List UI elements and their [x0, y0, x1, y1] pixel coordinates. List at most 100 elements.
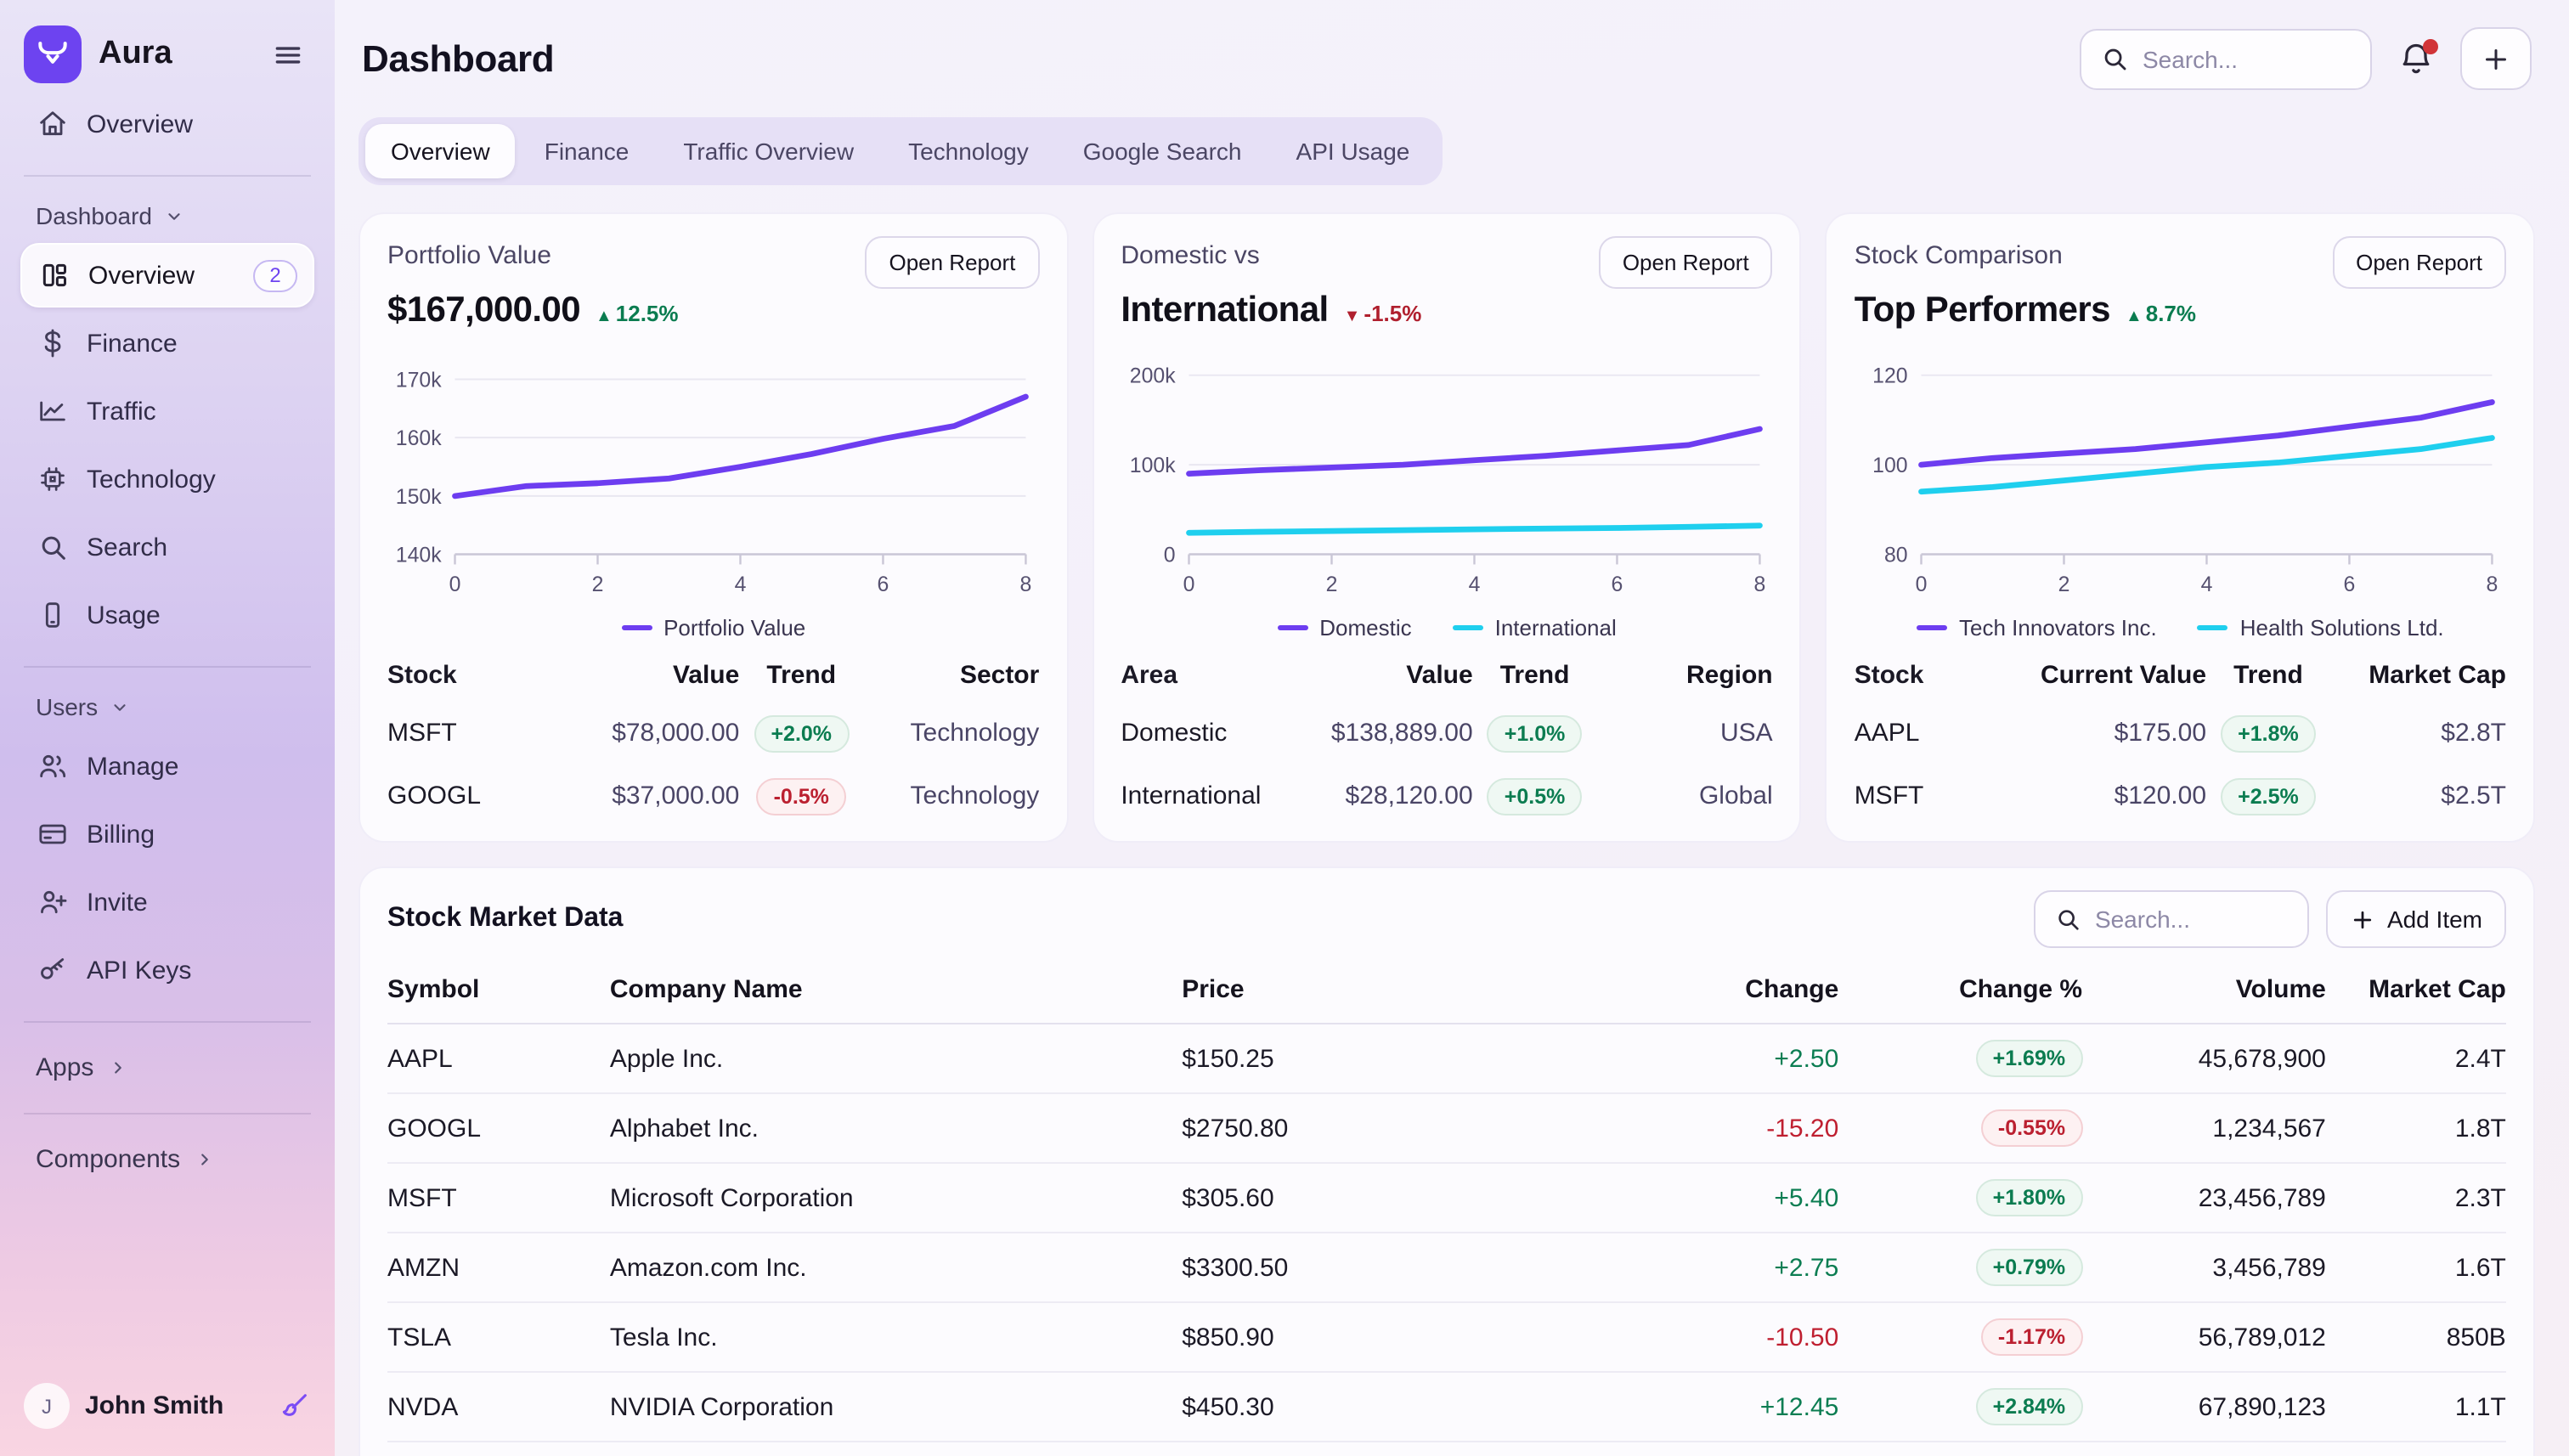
tab-finance[interactable]: Finance: [519, 124, 655, 178]
tab-api-usage[interactable]: API Usage: [1271, 124, 1436, 178]
user-row[interactable]: J John Smith: [20, 1376, 314, 1436]
trend-pill: +0.5%: [1488, 777, 1583, 815]
change-pct-pill: -0.55%: [1981, 1109, 2082, 1147]
sidebar-link-components[interactable]: Components: [20, 1132, 314, 1188]
avatar: J: [24, 1383, 70, 1429]
cell-volume: 23,456,789: [2082, 1183, 2326, 1212]
sidebar-item-usage[interactable]: Usage: [20, 583, 314, 647]
cell-change: +2.75: [1584, 1253, 1838, 1282]
tab-overview[interactable]: Overview: [365, 124, 516, 178]
cell-extra: $2.5T: [2330, 782, 2506, 810]
hamburger-menu-icon[interactable]: [265, 31, 311, 77]
topbar-controls: [2080, 27, 2532, 90]
table-row: GOOGL$37,000.00-0.5%Technology: [387, 765, 1039, 827]
stock-market-table: SymbolCompany NamePriceChangeChange %Vol…: [387, 962, 2506, 1456]
key-icon: [36, 953, 70, 987]
cell-volume: 67,890,123: [2082, 1392, 2326, 1421]
open-report-button[interactable]: Open Report: [2332, 236, 2506, 289]
stat-card-1: Domestic vsOpen ReportInternational▼-1.5…: [1092, 212, 1801, 843]
cell-extra: $2.8T: [2330, 719, 2506, 748]
column-header: Area: [1121, 660, 1270, 689]
svg-text:0: 0: [1916, 573, 1928, 596]
delta-badge: ▲8.7%: [2126, 301, 2196, 326]
sidebar-item-search[interactable]: Search: [20, 515, 314, 579]
sidebar-item-overview-top[interactable]: Overview: [20, 92, 314, 156]
column-header: Trend: [2206, 660, 2330, 689]
add-button[interactable]: [2460, 27, 2532, 90]
column-header: Stock: [387, 660, 537, 689]
sidebar-item-label: Billing: [87, 820, 155, 849]
table-row: TSLATesla Inc.$850.90-10.50-1.17%56,789,…: [387, 1303, 2506, 1373]
sidebar-item-api-keys[interactable]: API Keys: [20, 938, 314, 1002]
cell-volume: 3,456,789: [2082, 1253, 2326, 1282]
line-chart: 1201008002468: [1855, 345, 2506, 612]
sidebar-item-manage[interactable]: Manage: [20, 734, 314, 799]
line-chart: 200k100k002468: [1121, 345, 1772, 612]
sidebar-item-technology[interactable]: Technology: [20, 447, 314, 511]
sidebar-item-billing[interactable]: Billing: [20, 802, 314, 866]
cell-trend: +0.5%: [1473, 777, 1597, 815]
tab-traffic-overview[interactable]: Traffic Overview: [658, 124, 879, 178]
cell-extra: Global: [1597, 782, 1773, 810]
notifications-bell-icon[interactable]: [2397, 40, 2435, 77]
legend-label: Portfolio Value: [663, 615, 805, 641]
chevron-right-icon: [195, 1150, 214, 1169]
divider: [24, 175, 311, 177]
svg-text:4: 4: [2201, 573, 2213, 596]
legend-item: Domestic: [1277, 615, 1411, 641]
link-label: Components: [36, 1145, 180, 1174]
sidebar-item-overview[interactable]: Overview 2: [20, 243, 314, 308]
tab-google-search[interactable]: Google Search: [1058, 124, 1268, 178]
table-row: GOOGLAlphabet Inc.$2750.80-15.20-0.55%1,…: [387, 1094, 2506, 1164]
trend-pill: -0.5%: [757, 777, 846, 815]
sidebar-item-label: Finance: [87, 329, 178, 358]
cell-symbol: MSFT: [387, 1183, 610, 1212]
bull-icon: [34, 36, 71, 73]
panel-actions: Add Item: [2034, 890, 2506, 948]
svg-text:2: 2: [2058, 573, 2070, 596]
tab-technology[interactable]: Technology: [883, 124, 1054, 178]
section-dashboard[interactable]: Dashboard: [20, 194, 314, 241]
cell-symbol: NVDA: [387, 1392, 610, 1421]
add-item-button[interactable]: Add Item: [2326, 890, 2506, 948]
dollar-icon: [36, 326, 70, 360]
aura-logo: [24, 25, 82, 83]
section-users[interactable]: Users: [20, 685, 314, 732]
legend-swatch: [621, 625, 652, 631]
column-header: Change: [1584, 975, 1838, 1004]
svg-text:0: 0: [1163, 544, 1175, 567]
sidebar-item-label: Technology: [87, 465, 216, 494]
legend-item: Portfolio Value: [621, 615, 805, 641]
column-header: Market Cap: [2326, 975, 2506, 1004]
table-search[interactable]: [2034, 890, 2309, 948]
cell-price: $850.90: [1182, 1323, 1584, 1352]
cell-value: $37,000.00: [537, 782, 739, 810]
brand-row: Aura: [20, 22, 314, 90]
sidebar-link-apps[interactable]: Apps: [20, 1040, 314, 1096]
open-report-button[interactable]: Open Report: [1599, 236, 1773, 289]
section-label: Dashboard: [36, 202, 152, 229]
card-table: StockCurrent ValueTrendMarket CapAAPL$17…: [1855, 647, 2506, 827]
cell-market-cap: 2.3T: [2326, 1183, 2506, 1212]
card-table: StockValueTrendSectorMSFT$78,000.00+2.0%…: [387, 647, 1039, 827]
sidebar-item-label: Invite: [87, 888, 148, 917]
legend-swatch: [1277, 625, 1307, 631]
divider: [24, 1021, 311, 1023]
card-kicker: Domestic vs: [1121, 236, 1259, 270]
notification-dot: [2423, 38, 2438, 54]
cell-price: $150.25: [1182, 1044, 1584, 1073]
credit-card-icon: [36, 817, 70, 851]
sidebar-item-finance[interactable]: Finance: [20, 311, 314, 375]
search-input[interactable]: [2143, 45, 2352, 72]
open-report-button[interactable]: Open Report: [865, 236, 1039, 289]
sidebar-item-label: Usage: [87, 601, 161, 629]
sidebar-item-label: API Keys: [87, 956, 191, 985]
cell-name: AAPL: [1855, 719, 2004, 748]
chart-legend: Tech Innovators Inc.Health Solutions Ltd…: [1855, 615, 2506, 641]
paint-brush-icon[interactable]: [277, 1389, 311, 1423]
sidebar-item-invite[interactable]: Invite: [20, 870, 314, 934]
global-search[interactable]: [2080, 28, 2372, 89]
card-header: Stock ComparisonOpen Report: [1855, 236, 2506, 289]
table-search-input[interactable]: [2095, 906, 2289, 933]
sidebar-item-traffic[interactable]: Traffic: [20, 379, 314, 443]
